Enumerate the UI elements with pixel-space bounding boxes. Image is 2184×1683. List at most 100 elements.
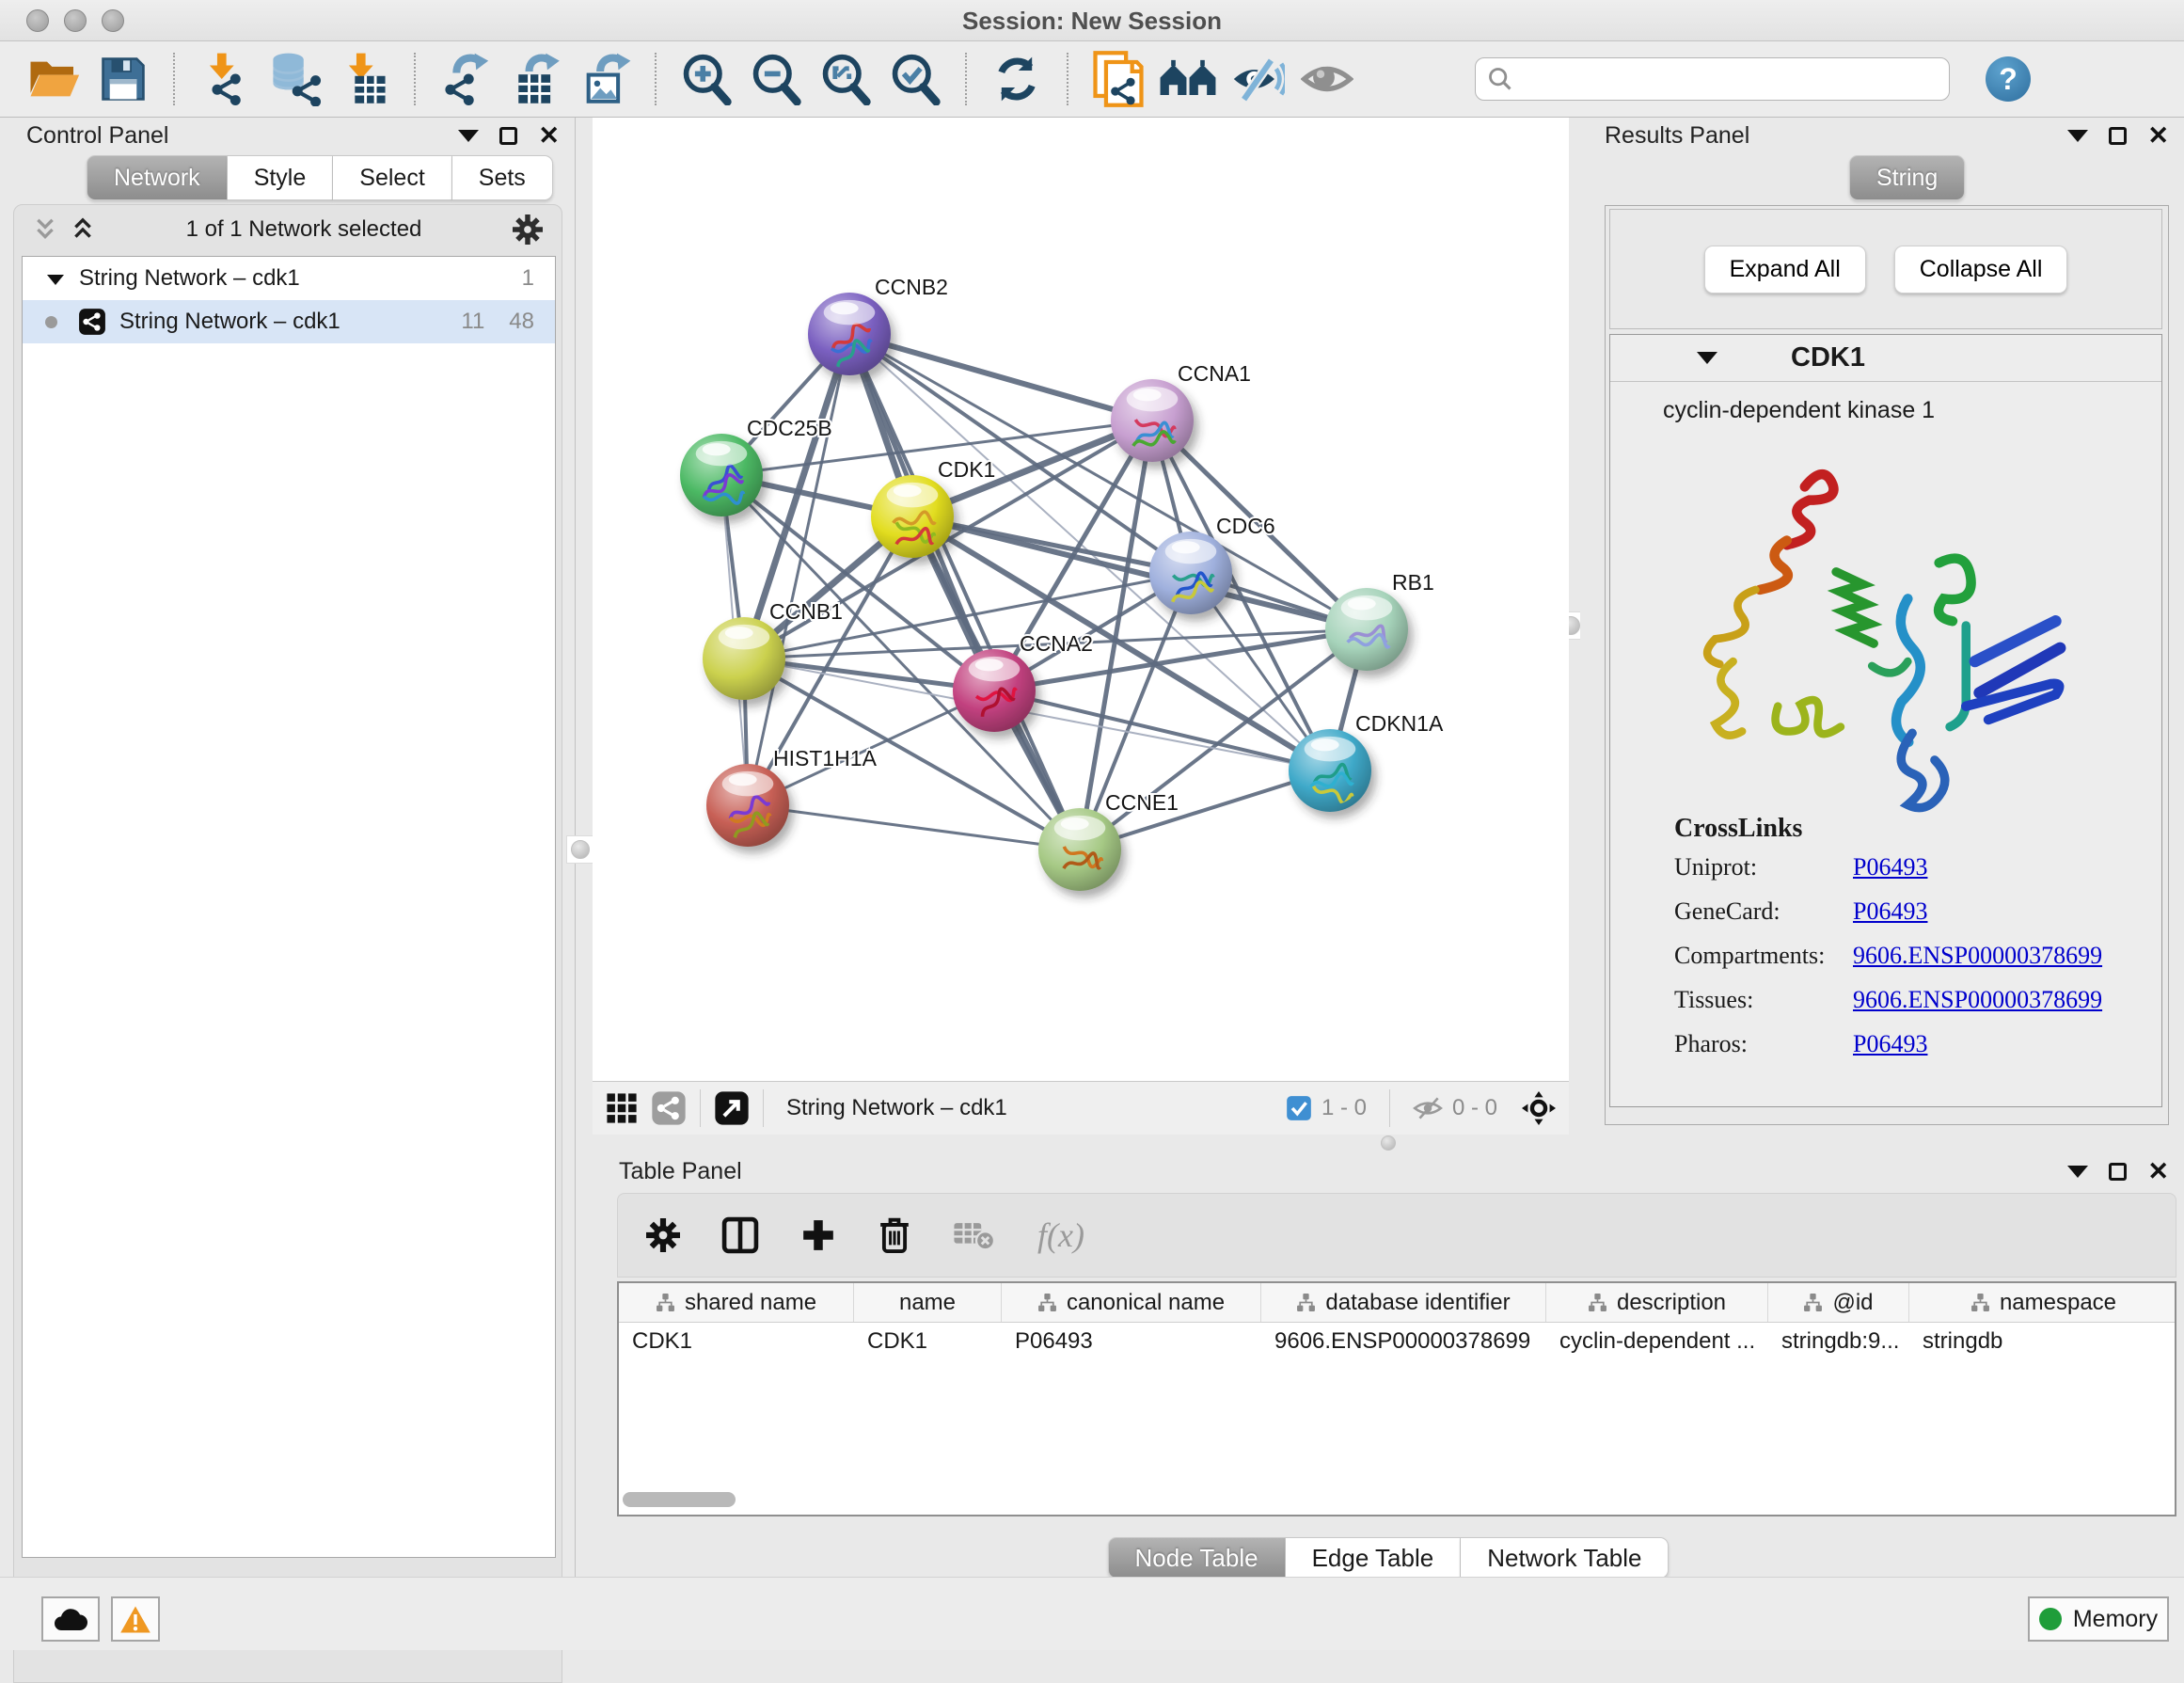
tab-network[interactable]: Network — [87, 155, 228, 200]
network-node-ccna2[interactable] — [953, 649, 1036, 732]
tab-select[interactable]: Select — [333, 155, 451, 200]
function-builder-icon[interactable]: f(x) — [1037, 1215, 1084, 1255]
crosslink-link[interactable]: 9606.ENSP00000378699 — [1853, 986, 2102, 1014]
column-header-name[interactable]: name — [854, 1283, 1002, 1322]
zoom-in-icon[interactable] — [677, 50, 736, 108]
table-cell[interactable]: stringdb — [1909, 1323, 2176, 1360]
network-canvas[interactable]: CCNB2CCNA1CDC25BCDK1CDC6RB1CCNB1CCNA2CDK… — [593, 118, 1569, 1081]
zoom-selected-icon[interactable] — [886, 50, 944, 108]
network-node-cdk1[interactable] — [871, 475, 954, 558]
crosslink-link[interactable]: P06493 — [1853, 1030, 1927, 1058]
table-cell[interactable]: CDK1 — [619, 1323, 854, 1360]
table-cell[interactable]: cyclin-dependent ... — [1546, 1323, 1768, 1360]
zoom-out-icon[interactable] — [747, 50, 805, 108]
collapse-all-icon[interactable] — [33, 216, 57, 243]
toolbar-separator — [965, 53, 967, 105]
detach-view-icon[interactable] — [714, 1090, 750, 1126]
open-session-icon[interactable] — [24, 50, 83, 108]
network-node-ccnb2[interactable] — [808, 293, 891, 375]
panel-close-icon[interactable]: ✕ — [2147, 1162, 2169, 1181]
panel-close-icon[interactable]: ✕ — [2147, 126, 2169, 145]
refresh-layout-icon[interactable] — [988, 50, 1046, 108]
search-input[interactable] — [1513, 66, 1927, 92]
crosslink-link[interactable]: P06493 — [1853, 897, 1927, 926]
cloud-status-button[interactable] — [41, 1596, 100, 1642]
import-network-icon[interactable] — [196, 50, 254, 108]
network-node-ccne1[interactable] — [1038, 808, 1121, 891]
column-header-database-identifier[interactable]: database identifier — [1261, 1283, 1546, 1322]
memory-label: Memory — [2073, 1606, 2158, 1633]
show-columns-icon[interactable] — [721, 1216, 759, 1254]
save-session-icon[interactable] — [94, 50, 152, 108]
panel-float-icon[interactable] — [499, 127, 517, 145]
crosslink-link[interactable]: 9606.ENSP00000378699 — [1853, 942, 2102, 970]
network-node-ccna1[interactable] — [1111, 379, 1194, 462]
export-network-icon[interactable] — [436, 50, 495, 108]
column-header-shared-name[interactable]: shared name — [619, 1283, 854, 1322]
zoom-fit-icon[interactable] — [816, 50, 875, 108]
column-header-@id[interactable]: @id — [1768, 1283, 1909, 1322]
table-settings-gear-icon[interactable] — [646, 1218, 680, 1252]
export-table-icon[interactable] — [506, 50, 564, 108]
panel-menu-icon[interactable] — [2067, 130, 2088, 142]
clone-network-icon[interactable] — [1089, 50, 1147, 108]
panel-menu-icon[interactable] — [458, 130, 479, 142]
table-cell[interactable]: stringdb:9... — [1768, 1323, 1909, 1360]
column-header-namespace[interactable]: namespace — [1909, 1283, 2176, 1322]
network-tree-item[interactable]: String Network – cdk1 1 — [23, 257, 555, 300]
collapse-card-icon[interactable] — [1697, 352, 1717, 364]
gear-icon[interactable] — [513, 214, 543, 245]
panel-close-icon[interactable]: ✕ — [538, 126, 560, 145]
show-all-icon[interactable] — [1298, 50, 1356, 108]
grid-view-icon[interactable] — [606, 1092, 638, 1124]
tree-expand-icon[interactable] — [47, 265, 64, 292]
network-node-ccnb1[interactable] — [703, 617, 785, 700]
help-button[interactable]: ? — [1986, 56, 2031, 102]
export-image-icon[interactable] — [576, 50, 634, 108]
add-column-icon[interactable] — [800, 1217, 836, 1253]
memory-button[interactable]: Memory — [2028, 1596, 2169, 1642]
column-header-canonical-name[interactable]: canonical name — [1002, 1283, 1261, 1322]
network-node-cdc25b[interactable] — [680, 434, 763, 516]
table-row[interactable]: CDK1CDK1P064939606.ENSP00000378699cyclin… — [619, 1323, 2175, 1360]
collapse-all-button[interactable]: Collapse All — [1894, 246, 2068, 294]
network-node-hist1h1a[interactable] — [706, 764, 789, 847]
tab-sets[interactable]: Sets — [452, 155, 553, 200]
tab-style[interactable]: Style — [228, 155, 334, 200]
search-box[interactable] — [1475, 57, 1950, 101]
fit-content-icon[interactable] — [1522, 1091, 1556, 1125]
network-node-cdc6[interactable] — [1149, 532, 1232, 614]
network-thumbnail-icon[interactable] — [651, 1090, 687, 1126]
selected-checkbox-icon[interactable] — [1286, 1095, 1312, 1121]
network-tree-item[interactable]: String Network – cdk1 11 48 — [23, 300, 555, 343]
column-header-description[interactable]: description — [1546, 1283, 1768, 1322]
panel-float-icon[interactable] — [2109, 1163, 2127, 1181]
table-cell[interactable]: CDK1 — [854, 1323, 1002, 1360]
tab-node-table[interactable]: Node Table — [1108, 1537, 1286, 1579]
tab-edge-table[interactable]: Edge Table — [1286, 1537, 1462, 1579]
horizontal-splitter[interactable] — [593, 1135, 2184, 1153]
import-table-icon[interactable] — [335, 50, 393, 108]
delete-table-icon[interactable] — [953, 1218, 996, 1252]
table-cell[interactable]: 9606.ENSP00000378699 — [1261, 1323, 1546, 1360]
panel-float-icon[interactable] — [2109, 127, 2127, 145]
left-splitter-handle[interactable] — [566, 835, 594, 864]
expand-all-button[interactable]: Expand All — [1704, 246, 1866, 294]
table-cell[interactable]: P06493 — [1002, 1323, 1261, 1360]
first-neighbors-icon[interactable] — [1159, 50, 1217, 108]
delete-column-icon[interactable] — [878, 1216, 911, 1254]
tab-string[interactable]: String — [1849, 155, 1965, 200]
horizontal-splitter-handle[interactable] — [1381, 1135, 1396, 1151]
import-network-from-database-icon[interactable] — [265, 50, 324, 108]
protein-card-header[interactable]: CDK1 — [1610, 335, 2161, 382]
tab-network-table[interactable]: Network Table — [1461, 1537, 1669, 1579]
network-selection-status: 1 of 1 Network selected — [95, 216, 513, 243]
hide-selection-icon[interactable] — [1228, 50, 1287, 108]
warning-status-button[interactable] — [111, 1596, 160, 1642]
crosslink-link[interactable]: P06493 — [1853, 853, 1927, 881]
table-horizontal-scrollbar[interactable] — [623, 1492, 736, 1507]
expand-all-icon[interactable] — [71, 216, 95, 243]
network-node-cdkn1a[interactable] — [1289, 729, 1371, 812]
network-node-rb1[interactable] — [1325, 588, 1408, 671]
panel-menu-icon[interactable] — [2067, 1166, 2088, 1178]
